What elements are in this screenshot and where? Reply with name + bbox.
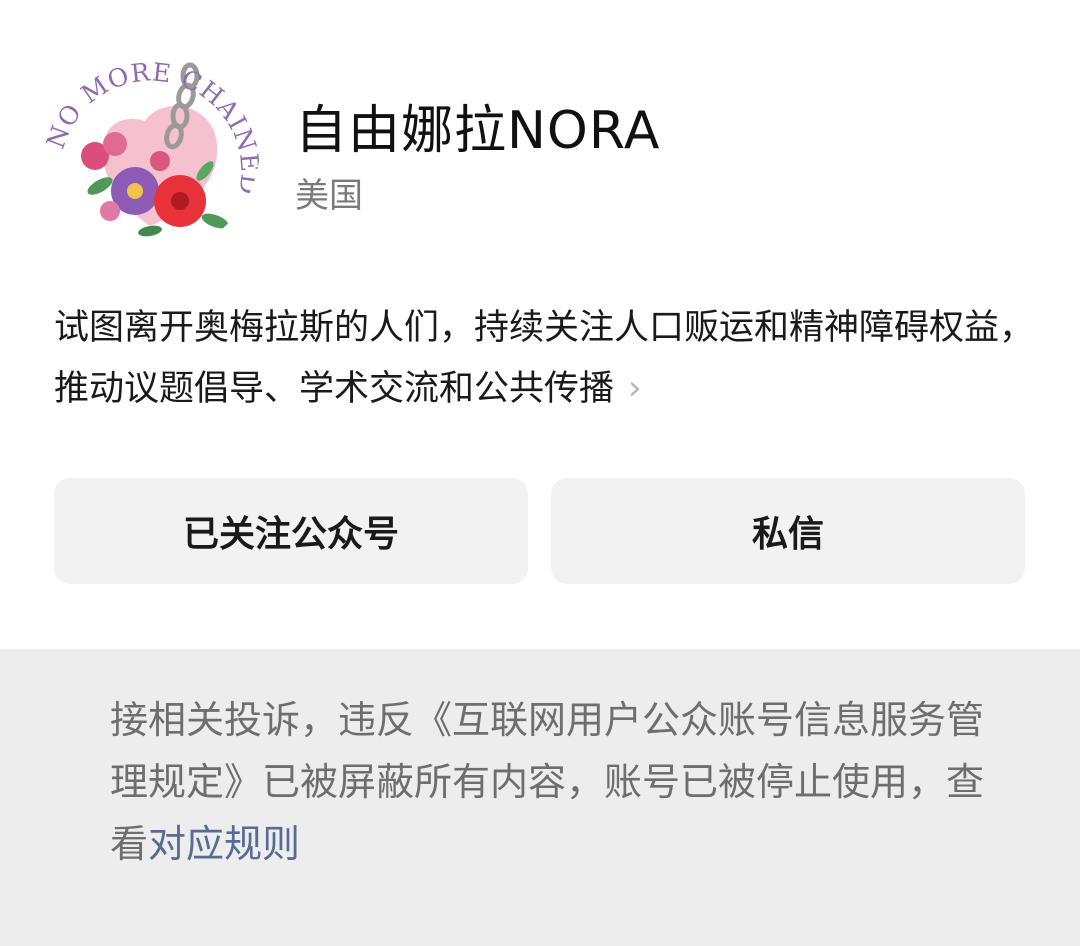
rules-link[interactable]: 对应规则 bbox=[148, 822, 300, 866]
profile-header: NO MORE CHAINED 自由娜拉NORA 美国 bbox=[40, 28, 1040, 258]
bio-text: 试图离开奥梅拉斯的人们，持续关注人口贩运和精神障碍权益，推动议题倡导、学术交流和… bbox=[54, 308, 1035, 409]
account-name: 自由娜拉NORA bbox=[295, 101, 661, 161]
account-blocked-notice: 接相关投诉，违反《互联网用户公众账号信息服务管理规定》已被屏蔽所有内容，账号已被… bbox=[0, 649, 1080, 946]
followed-button[interactable]: 已关注公众号 bbox=[54, 478, 528, 584]
account-profile-page: NO MORE CHAINED 自由娜拉NORA 美国 试图离开奥梅拉斯的人们，… bbox=[0, 0, 1080, 946]
account-bio[interactable]: 试图离开奥梅拉斯的人们，持续关注人口贩运和精神障碍权益，推动议题倡导、学术交流和… bbox=[54, 298, 1044, 419]
avatar-logo-image: NO MORE CHAINED bbox=[40, 36, 260, 256]
avatar[interactable]: NO MORE CHAINED bbox=[40, 36, 260, 256]
message-button[interactable]: 私信 bbox=[551, 478, 1025, 584]
account-region: 美国 bbox=[295, 176, 363, 216]
notice-text-block: 接相关投诉，违反《互联网用户公众账号信息服务管理规定》已被屏蔽所有内容，账号已被… bbox=[110, 689, 990, 875]
chevron-right-icon[interactable]: › bbox=[628, 358, 642, 418]
